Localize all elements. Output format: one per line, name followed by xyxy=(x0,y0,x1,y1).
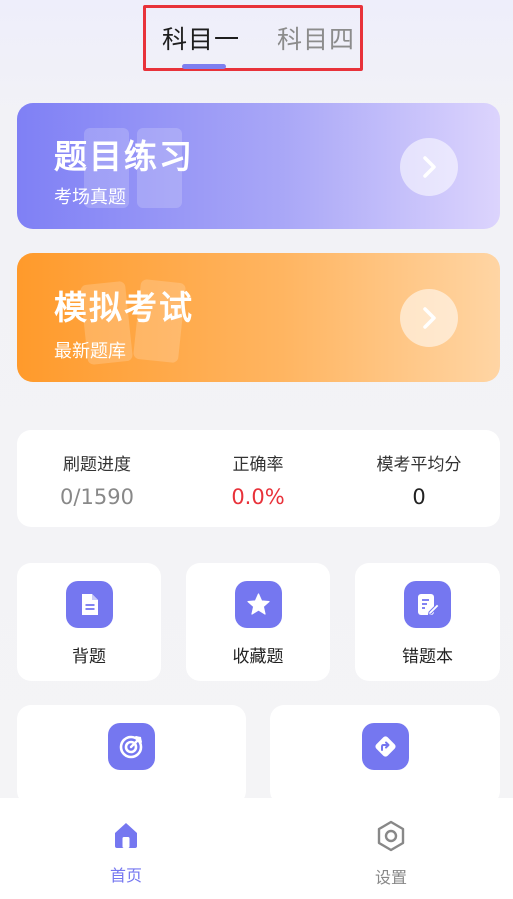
tile-direction[interactable] xyxy=(270,705,500,805)
subject-tabs: 科目一 科目四 xyxy=(143,5,363,71)
nav-settings[interactable]: 设置 xyxy=(351,820,431,888)
chevron-right-icon xyxy=(423,156,436,178)
tile-target[interactable] xyxy=(17,705,246,805)
chevron-right-icon xyxy=(423,307,436,329)
stat-accuracy-label: 正确率 xyxy=(232,455,284,475)
tile-mistake-book[interactable]: 错题本 xyxy=(355,563,500,681)
stat-average-score: 模考平均分 0 xyxy=(339,450,499,509)
tab-subject-one[interactable]: 科目一 xyxy=(162,20,240,56)
tile-favorites-label: 收藏题 xyxy=(232,647,284,667)
star-icon xyxy=(235,581,282,628)
practice-arrow-button[interactable] xyxy=(400,138,458,196)
tile-mistake-book-label: 错题本 xyxy=(402,647,453,667)
stat-accuracy: 正确率 0.0% xyxy=(178,450,338,509)
tile-favorites[interactable]: 收藏题 xyxy=(186,563,330,681)
direction-sign-icon xyxy=(362,723,409,770)
document-icon xyxy=(66,581,113,628)
active-tab-indicator xyxy=(182,64,226,69)
nav-settings-label: 设置 xyxy=(374,868,407,887)
tile-memorize[interactable]: 背题 xyxy=(17,563,161,681)
mock-exam-arrow-button[interactable] xyxy=(400,289,458,347)
mock-exam-card[interactable]: 模拟考试 最新题库 xyxy=(17,253,500,382)
practice-card-title: 题目练习 xyxy=(54,137,194,176)
bottom-navigation: 首页 设置 xyxy=(0,798,513,899)
tab-subject-four[interactable]: 科目四 xyxy=(277,20,355,56)
mock-exam-card-title: 模拟考试 xyxy=(54,288,194,327)
stat-accuracy-value: 0.0% xyxy=(231,485,285,509)
stats-panel: 刷题进度 0/1590 正确率 0.0% 模考平均分 0 xyxy=(17,430,500,527)
practice-card-subtitle: 考场真题 xyxy=(54,187,126,208)
mock-exam-card-subtitle: 最新题库 xyxy=(54,341,126,362)
edit-list-icon xyxy=(404,581,451,628)
practice-card[interactable]: 题目练习 考场真题 xyxy=(17,103,500,229)
home-icon xyxy=(115,823,137,848)
settings-icon xyxy=(377,820,405,852)
target-icon xyxy=(108,723,155,770)
stat-average-score-value: 0 xyxy=(412,485,426,509)
stat-progress: 刷题进度 0/1590 xyxy=(17,450,177,509)
tile-memorize-label: 背题 xyxy=(72,647,106,667)
stat-average-score-label: 模考平均分 xyxy=(376,455,462,475)
stat-progress-value: 0/1590 xyxy=(60,485,134,509)
stat-progress-label: 刷题进度 xyxy=(63,455,131,475)
nav-home[interactable]: 首页 xyxy=(86,820,166,886)
nav-home-label: 首页 xyxy=(109,866,142,885)
